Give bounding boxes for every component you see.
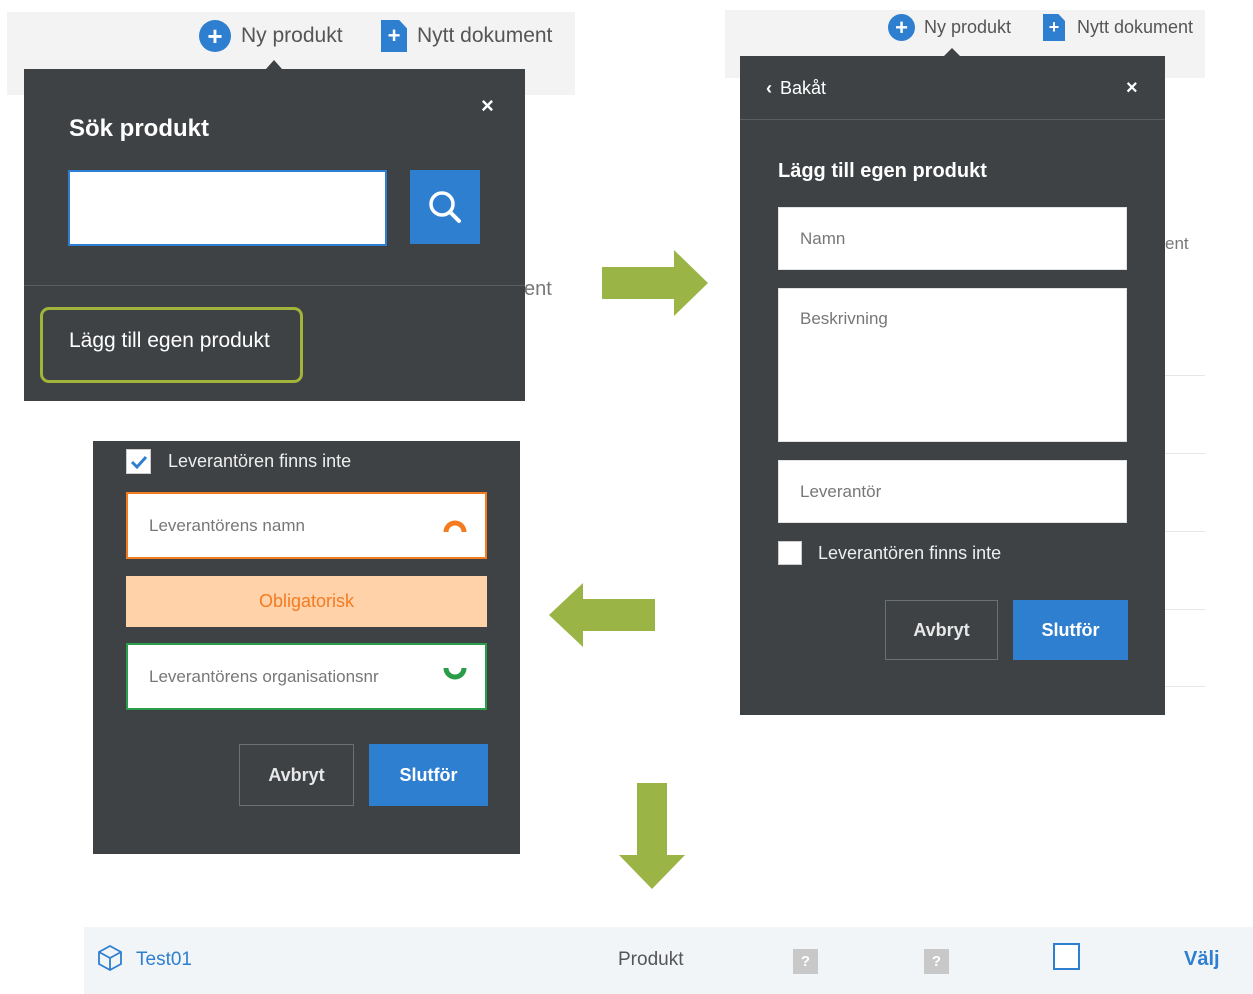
description-textarea[interactable]: Beskrivning [778,288,1127,442]
required-message: Obligatorisk [126,576,487,627]
background-row-line [1165,609,1205,610]
panel-title: Sök produkt [69,115,210,142]
add-own-product-panel: ‹ Bakåt × Lägg till egen produkt Namn Be… [740,56,1165,715]
product-name-link[interactable]: Test01 [136,949,192,971]
chevron-left-icon: ‹ [766,78,772,98]
arrow-right-icon [602,250,708,316]
plus-circle-icon: + [199,20,231,52]
search-icon [429,191,461,223]
supplier-missing-label: Leverantören finns inte [168,451,352,471]
new-document-button-2[interactable]: + Nytt dokument [1043,14,1193,41]
back-label: Bakåt [780,78,827,98]
supplier-input[interactable]: Leverantör [778,460,1127,523]
name-placeholder: Namn [800,229,846,248]
supplier-missing-checkbox[interactable] [126,449,151,474]
arrow-down-icon [619,783,685,889]
row-checkbox[interactable] [1053,943,1080,970]
arrow-left-icon [549,583,655,647]
valid-indicator-icon [443,667,467,680]
supplier-placeholder: Leverantör [800,482,882,501]
search-input[interactable] [68,170,387,246]
divider [24,285,525,286]
popover-caret [266,60,282,69]
add-document-icon: + [1043,14,1065,41]
unknown-value-badge: ? [793,949,818,974]
new-document-button[interactable]: + Nytt dokument [381,20,552,52]
checkmark-icon [130,455,147,469]
error-indicator-icon [443,520,467,533]
result-row: Test01 Produkt ? ? Välj [84,927,1253,994]
org-number-input[interactable]: Leverantörens organisationsnr [126,643,487,710]
background-partial-text: ent [1165,234,1189,253]
search-button[interactable] [410,170,480,244]
finish-button[interactable]: Slutför [369,744,488,806]
close-icon[interactable]: × [1126,78,1138,98]
supplier-missing-checkbox[interactable] [778,541,802,565]
add-own-product-link[interactable]: Lägg till egen produkt [69,329,270,353]
background-row-line [1165,453,1205,454]
new-document-label: Nytt dokument [417,24,553,47]
supplier-name-placeholder: Leverantörens namn [149,516,305,535]
panel-title: Lägg till egen produkt [778,160,987,182]
cube-icon [98,944,122,972]
background-partial-text: ent [524,278,552,300]
new-document-label: Nytt dokument [1077,17,1194,37]
product-type: Produkt [618,949,684,970]
name-input[interactable]: Namn [778,207,1127,270]
new-product-label: Ny produkt [241,24,343,47]
popover-caret [944,48,960,56]
supplier-panel: Leverantören finns inte Leverantörens na… [93,441,520,854]
add-document-icon: + [381,20,407,52]
search-product-panel: × Sök produkt Lägg till egen produkt [24,69,525,401]
select-link[interactable]: Välj [1184,948,1220,971]
new-product-label: Ny produkt [924,17,1012,37]
close-icon[interactable]: × [481,95,494,117]
background-row-line [1165,375,1205,376]
finish-button[interactable]: Slutför [1013,600,1128,660]
unknown-value-badge: ? [924,949,949,974]
back-button[interactable]: ‹ Bakåt [766,78,826,99]
background-row-line [1165,531,1205,532]
new-product-button[interactable]: + Ny produkt [199,20,343,52]
cancel-button[interactable]: Avbryt [885,600,998,660]
org-number-placeholder: Leverantörens organisationsnr [149,667,379,686]
description-placeholder: Beskrivning [800,309,888,328]
divider [740,119,1165,120]
cancel-button[interactable]: Avbryt [239,744,354,806]
plus-circle-icon: + [888,14,915,41]
supplier-missing-label: Leverantören finns inte [818,543,1002,563]
background-row-line [1165,686,1205,687]
supplier-name-input[interactable]: Leverantörens namn [126,492,487,559]
new-product-button-2[interactable]: + Ny produkt [888,14,1011,41]
